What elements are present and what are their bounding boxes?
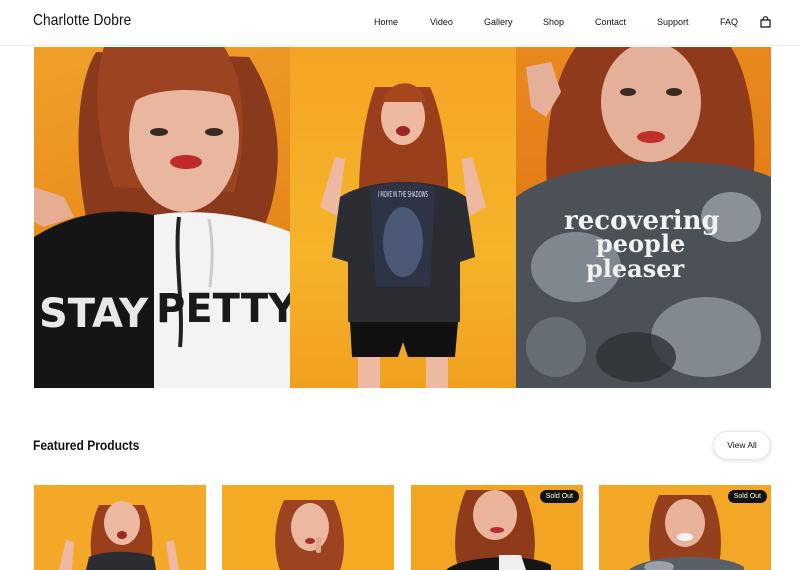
hero-panel-recovering: recovering people pleaser (516, 47, 771, 388)
nav-gallery-link[interactable]: Gallery (484, 17, 513, 27)
sold-out-badge: Sold Out (539, 490, 579, 503)
nav-faq[interactable]: FAQ (720, 17, 738, 27)
hero-text-stay: STAY (39, 291, 149, 337)
nav-support-link[interactable]: Support (657, 17, 689, 27)
product-card-4[interactable]: Sold Out (599, 485, 771, 570)
site-header: Charlotte Dobre Home Video Gallery Shop … (0, 0, 800, 46)
hero-text-shadows: I MOVE IN THE SHADOWS (378, 190, 428, 199)
hero-photo-stay-petty: STAY PETTY (34, 47, 290, 388)
view-all-button[interactable]: View All (713, 431, 771, 460)
product-card-1[interactable] (34, 485, 206, 570)
product-image-2 (222, 485, 394, 570)
nav-support[interactable]: Support (657, 17, 689, 27)
nav-contact-link[interactable]: Contact (595, 17, 626, 27)
product-image-1 (34, 485, 206, 570)
nav-video-link[interactable]: Video (430, 17, 453, 27)
hero-text-pleaser: pleaser (586, 254, 685, 283)
featured-products-title: Featured Products (33, 437, 140, 453)
nav-shop[interactable]: Shop (543, 17, 564, 27)
hero-panel-shadows: I MOVE IN THE SHADOWS (290, 47, 516, 388)
nav-home[interactable]: Home (374, 17, 398, 27)
nav-gallery[interactable]: Gallery (484, 17, 513, 27)
hero-photo-shadows: I MOVE IN THE SHADOWS (320, 83, 486, 388)
product-card-3[interactable]: Sold Out (411, 485, 583, 570)
hero-photo-recovering: recovering people pleaser (516, 47, 771, 388)
nav-shop-link[interactable]: Shop (543, 17, 564, 27)
hero-text-petty: PETTY (156, 286, 290, 332)
product-card-2[interactable] (222, 485, 394, 570)
nav-faq-link[interactable]: FAQ (720, 17, 738, 27)
hero-panel-stay-petty: STAY PETTY (34, 47, 290, 388)
nav-home-link[interactable]: Home (374, 17, 398, 27)
nav-video[interactable]: Video (430, 17, 453, 27)
nav-contact[interactable]: Contact (595, 17, 626, 27)
site-logo[interactable]: Charlotte Dobre (33, 12, 131, 30)
sold-out-badge: Sold Out (727, 490, 767, 503)
hero-banner[interactable]: STAY PETTY I MOVE IN THE SHADOWS recover… (34, 47, 771, 388)
shopping-bag-icon[interactable] (760, 16, 771, 28)
